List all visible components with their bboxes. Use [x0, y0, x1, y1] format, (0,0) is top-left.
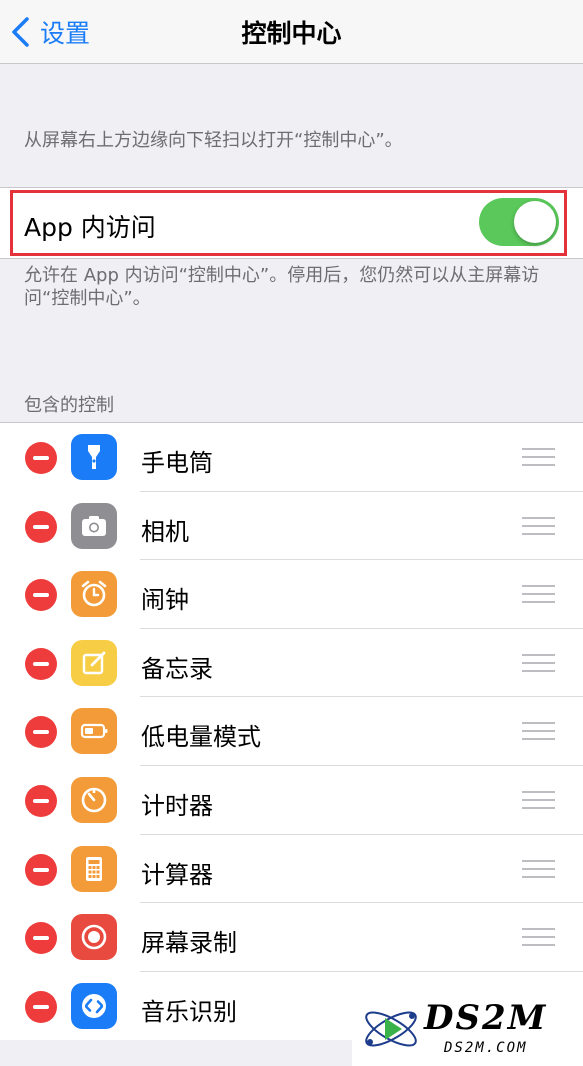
- page-title: 控制中心: [241, 19, 342, 48]
- list-item-flashlight: 手电筒: [0, 423, 583, 492]
- access-within-apps-toggle[interactable]: [479, 198, 559, 246]
- list-item-label: 低电量模式: [141, 723, 261, 752]
- watermark: DS2M DS2M.COM: [352, 992, 583, 1066]
- remove-button[interactable]: [25, 579, 57, 612]
- screen-record-icon: [71, 914, 117, 961]
- reorder-handle[interactable]: [522, 859, 555, 880]
- remove-button[interactable]: [25, 510, 57, 543]
- list-item-alarm: 闹钟: [0, 560, 583, 629]
- shazam-icon: [71, 982, 117, 1029]
- list-item-calculator: 计算器: [0, 835, 583, 904]
- remove-button[interactable]: [25, 442, 57, 474]
- watermark-domain: DS2M.COM: [444, 1040, 528, 1056]
- swipe-hint-text: 从屏幕右上方边缘向下轻扫以打开“控制中心”。: [24, 130, 403, 151]
- remove-button[interactable]: [25, 990, 57, 1023]
- remove-button[interactable]: [25, 716, 57, 749]
- list-item-label: 闹钟: [141, 586, 189, 615]
- alarm-clock-icon: [71, 571, 117, 618]
- navigation-bar: 设置 控制中心: [0, 0, 583, 64]
- reorder-handle[interactable]: [522, 448, 555, 468]
- list-item-label: 计时器: [141, 792, 213, 820]
- remove-button[interactable]: [25, 922, 57, 955]
- flashlight-icon: [71, 434, 117, 480]
- reorder-handle[interactable]: [522, 722, 555, 742]
- reorder-handle[interactable]: [522, 653, 555, 674]
- watermark-brand: DS2M: [424, 998, 548, 1038]
- access-description-text: 允许在 App 内访问“控制中心”。停用后，您仍然可以从主屏幕访问“控制中心”。: [24, 265, 540, 309]
- list-item-timer: 计时器: [0, 766, 583, 835]
- timer-icon: [71, 777, 117, 823]
- included-controls-list: 手电筒 相机 闹钟 备忘录 低电量模式 计时器 计算器 屏幕录制 音乐识别: [0, 422, 583, 1040]
- calculator-icon: [71, 845, 117, 892]
- list-item-label: 屏幕录制: [141, 929, 237, 958]
- list-item-screen-recording: 屏幕录制: [0, 903, 583, 972]
- list-item-label: 计算器: [141, 860, 213, 889]
- access-within-apps-label: App 内访问: [24, 213, 156, 242]
- reorder-handle[interactable]: [522, 516, 555, 537]
- list-item-label: 音乐识别: [141, 997, 237, 1026]
- list-item-camera: 相机: [0, 492, 583, 561]
- atom-logo-icon: [365, 1011, 417, 1047]
- included-controls-header: 包含的控制: [24, 395, 114, 416]
- list-item-label: 手电筒: [141, 449, 213, 477]
- notes-icon: [71, 639, 117, 686]
- battery-icon: [71, 708, 117, 755]
- remove-button[interactable]: [25, 647, 57, 680]
- list-item-label: 相机: [141, 517, 189, 546]
- remove-button[interactable]: [25, 853, 57, 886]
- list-item-label: 备忘录: [141, 654, 213, 683]
- camera-icon: [71, 502, 117, 549]
- toggle-knob: [514, 201, 556, 243]
- list-item-notes: 备忘录: [0, 629, 583, 698]
- remove-button[interactable]: [25, 785, 57, 817]
- list-item-low-power-mode: 低电量模式: [0, 697, 583, 766]
- reorder-handle[interactable]: [522, 928, 555, 948]
- reorder-handle[interactable]: [522, 585, 555, 605]
- reorder-handle[interactable]: [522, 791, 555, 811]
